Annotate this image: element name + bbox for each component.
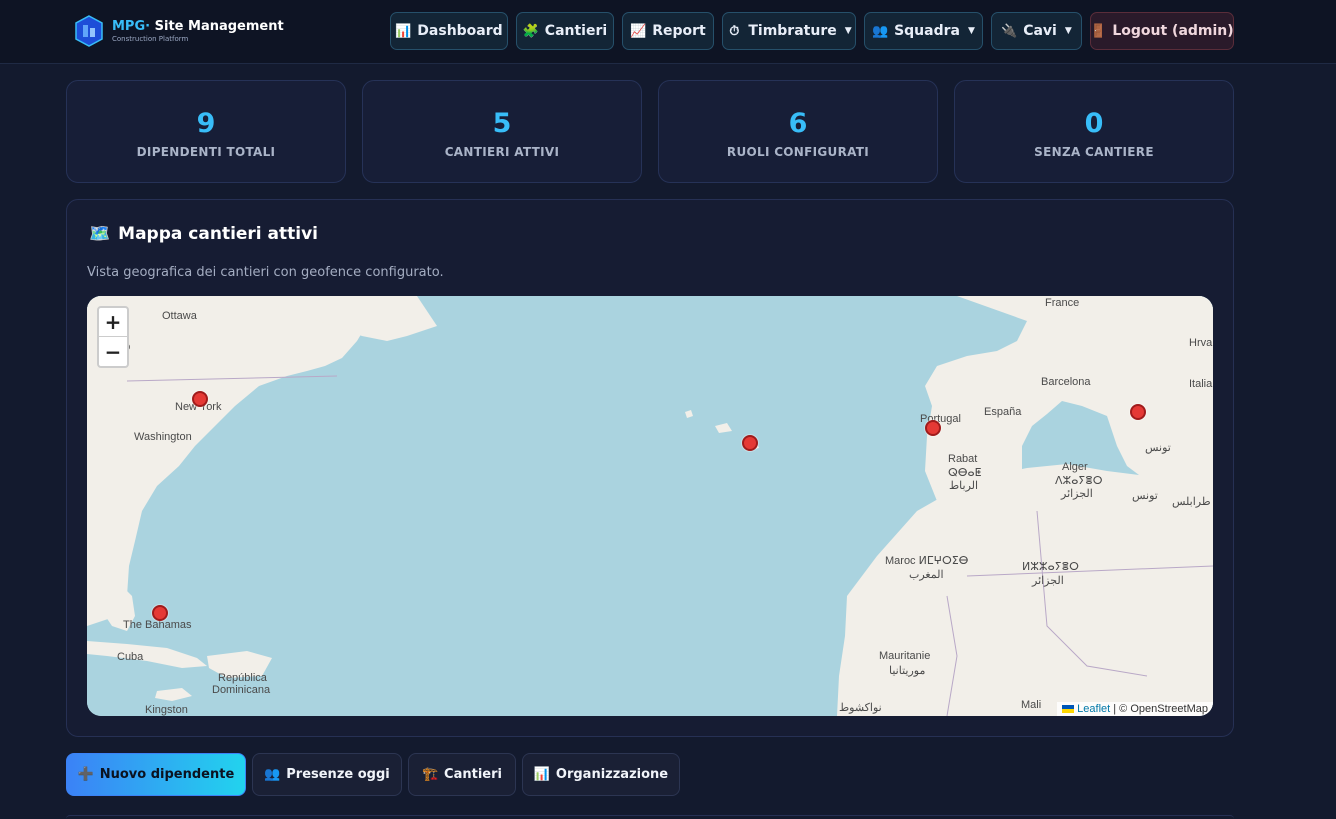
brand[interactable]: MPG· Site Management Construction Platfo… — [72, 14, 284, 48]
map-label: طرابلس — [1172, 496, 1211, 508]
map-label: Barcelona — [1041, 376, 1091, 388]
new-employee-button[interactable]: ➕ Nuovo dipendente — [66, 753, 246, 796]
stat-label: CANTIERI ATTIVI — [444, 145, 560, 159]
cable-icon: 🔌 — [1001, 23, 1018, 39]
nav-cavi-dropdown[interactable]: 🔌 Cavi ▼ — [991, 12, 1082, 50]
top-navbar: MPG· Site Management Construction Platfo… — [0, 0, 1336, 64]
map-label: France — [1045, 297, 1080, 309]
map-label: Kingston — [145, 704, 188, 716]
team-icon: 👥 — [872, 23, 889, 39]
map-label: المغرب — [909, 569, 944, 581]
bar-chart-icon: 📊 — [395, 23, 412, 39]
map-label: República — [218, 672, 267, 684]
nav-timbrature-dropdown[interactable]: ⏱ Timbrature ▼ — [722, 12, 856, 50]
caret-down-icon: ▼ — [844, 26, 852, 36]
site-marker[interactable] — [742, 435, 758, 451]
brand-title: MPG· Site Management — [112, 18, 284, 34]
zoom-out-button[interactable]: − — [99, 337, 127, 366]
site-marker[interactable] — [1130, 404, 1146, 420]
zoom-control: + − — [97, 306, 129, 368]
stat-label: SENZA CANTIERE — [1034, 145, 1154, 159]
map-attribution: Leaflet | © OpenStreetMap — [1057, 702, 1213, 716]
stat-value: 5 — [492, 108, 512, 139]
stat-card-dipendenti: 9 DIPENDENTI TOTALI — [66, 80, 346, 183]
map-label: Alger — [1062, 461, 1088, 473]
stat-value: 9 — [196, 108, 216, 139]
map-label: Cuba — [117, 651, 144, 663]
door-icon: 🚪 — [1090, 23, 1107, 39]
site-marker[interactable] — [152, 605, 168, 621]
map-label: الجزائر — [1061, 488, 1093, 500]
leaflet-map[interactable]: Ottawa oronto New York Washington The Ba… — [87, 296, 1213, 716]
leaflet-link[interactable]: Leaflet — [1077, 703, 1110, 715]
stat-value: 6 — [788, 108, 808, 139]
map-label: نواكشوط — [839, 702, 882, 714]
bar-chart-icon: 📊 — [533, 767, 551, 782]
brand-subtitle: Construction Platform — [112, 34, 189, 43]
map-label: الرباط — [949, 480, 979, 492]
stat-card-cantieri: 5 CANTIERI ATTIVI — [362, 80, 642, 183]
map-label: تونس — [1132, 490, 1158, 502]
brand-logo-icon — [75, 15, 103, 47]
caret-down-icon: ▼ — [1064, 26, 1072, 36]
stat-card-senza-cantiere: 0 SENZA CANTIERE — [954, 80, 1234, 183]
nav-cantieri-button[interactable]: 🧩 Cantieri — [516, 12, 614, 50]
map-tiles — [87, 296, 1213, 716]
map-label: Dominicana — [212, 684, 271, 696]
stat-value: 0 — [1084, 108, 1104, 139]
trend-chart-icon: 📈 — [630, 23, 647, 39]
map-label: Washington — [134, 431, 192, 443]
caret-down-icon: ▼ — [967, 26, 975, 36]
stat-card-ruoli: 6 RUOLI CONFIGURATI — [658, 80, 938, 183]
map-label: موريتانيا — [889, 665, 926, 677]
map-label: Rabat — [948, 453, 978, 465]
stopwatch-icon: ⏱ — [729, 23, 740, 39]
map-label: Mali — [1021, 699, 1042, 711]
next-panel-edge — [66, 815, 1234, 819]
map-label: ⵕⴱⴰⵟ — [948, 467, 982, 479]
map-label: Italia — [1189, 378, 1213, 390]
site-marker[interactable] — [192, 391, 208, 407]
map-label: Maroc ⵍⵎⵖⵔⵉⴱ — [885, 555, 969, 567]
zoom-in-button[interactable]: + — [99, 308, 127, 337]
map-label: تونس — [1145, 442, 1171, 454]
map-label: España — [984, 406, 1022, 418]
site-marker[interactable] — [925, 420, 941, 436]
construction-icon: 🏗️ — [422, 767, 439, 782]
nav-squadra-dropdown[interactable]: 👥 Squadra ▼ — [864, 12, 983, 50]
map-icon: 🗺️ — [89, 224, 111, 244]
map-panel: 🗺️ Mappa cantieri attivi Vista geografica… — [66, 199, 1234, 737]
logout-button[interactable]: 🚪 Logout (admin) — [1090, 12, 1234, 50]
puzzle-icon: 🧩 — [522, 23, 539, 39]
plus-icon: ➕ — [77, 767, 94, 782]
ukraine-flag-icon — [1062, 705, 1075, 714]
map-label: Ottawa — [162, 310, 197, 322]
team-icon: 👥 — [264, 767, 281, 782]
nav-report-button[interactable]: 📈 Report — [622, 12, 714, 50]
map-label: ⵍⵣⵣⴰⵢⴻⵔ — [1022, 561, 1079, 573]
map-label: الجزائر — [1032, 575, 1064, 587]
map-label: ⴷⵣⴰⵢⴻⵔ — [1055, 475, 1103, 487]
map-label: Mauritanie — [879, 650, 931, 662]
nav-dashboard-button[interactable]: 📊 Dashboard — [390, 12, 508, 50]
map-label: Hrva — [1189, 337, 1213, 349]
presenze-oggi-button[interactable]: 👥 Presenze oggi — [252, 753, 402, 796]
map-panel-description: Vista geografica dei cantieri con geofen… — [87, 265, 444, 280]
organizzazione-button[interactable]: 📊 Organizzazione — [522, 753, 680, 796]
cantieri-button[interactable]: 🏗️ Cantieri — [408, 753, 516, 796]
map-panel-title: 🗺️ Mappa cantieri attivi — [89, 224, 319, 244]
stat-label: RUOLI CONFIGURATI — [726, 145, 870, 159]
stat-label: DIPENDENTI TOTALI — [136, 145, 276, 159]
